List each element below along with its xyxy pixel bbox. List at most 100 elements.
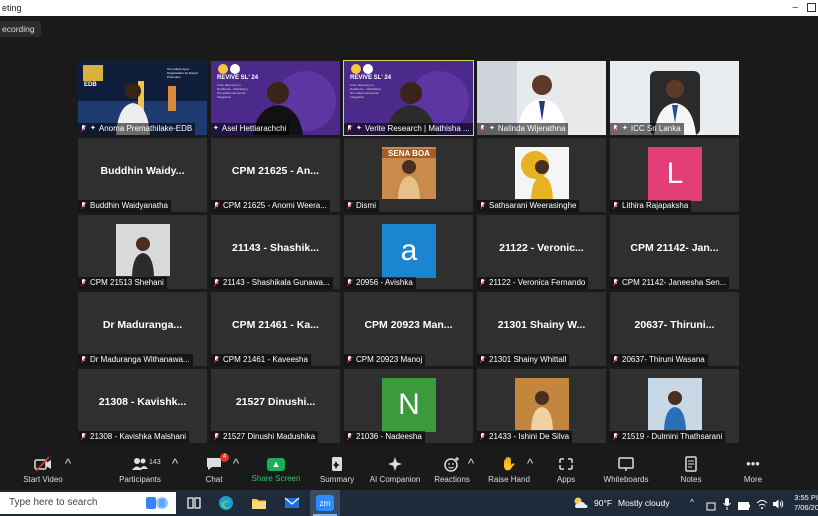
participants-count: 143 [149, 459, 161, 466]
mic-muted-icon [213, 202, 220, 210]
chevron-up-icon: ^ [171, 456, 179, 471]
mail-icon[interactable] [284, 495, 300, 511]
participant-tile[interactable]: Sathsarani Weerasinghe [477, 138, 606, 212]
participant-nameplate: Dismi [344, 200, 379, 212]
participant-display-name: CPM 21625 - An... [231, 165, 320, 177]
mic-muted-icon [346, 202, 353, 210]
mic-muted-icon [346, 356, 353, 364]
whiteboards-button[interactable]: Whiteboards [595, 456, 657, 484]
onedrive-icon[interactable] [706, 498, 716, 511]
participant-name: Dr Maduranga Withanawa... [90, 355, 190, 364]
participant-tile[interactable]: 20637- Thiruni... 20637- Thiruni Wasana [610, 292, 739, 366]
participant-tile[interactable]: CPM 21625 - An... CPM 21625 - Anomi Weera… [211, 138, 340, 212]
participant-profile-photo [515, 378, 569, 430]
system-clock[interactable]: 3:55 PI 7/06/20 [794, 493, 818, 513]
participant-tile[interactable]: CPM 21513 Shehani [78, 215, 207, 289]
participant-tile[interactable]: SENA BOA Dismi [344, 138, 473, 212]
mic-muted-icon [80, 125, 87, 133]
participant-name: 21308 - Kavishka Malshani [90, 432, 187, 441]
participant-tile[interactable]: 21122 - Veronic... 21122 - Veronica Ferna… [477, 215, 606, 289]
participant-tile[interactable]: L Lithira Rajapaksha [610, 138, 739, 212]
whiteboard-icon [617, 456, 635, 472]
pin-icon: ✦ [356, 125, 362, 132]
summary-icon [328, 456, 346, 472]
photo-banner-text: SENA BOA [382, 149, 436, 158]
participant-nameplate: Dr Maduranga Withanawa... [78, 354, 193, 366]
participant-tile[interactable]: 21519 - Dulmini Thathsarani [610, 369, 739, 443]
participant-name: Anoma Premathilake-EDB [98, 124, 193, 133]
mic-muted-icon [612, 433, 619, 441]
participant-nameplate: Buddhin Waidyanatha [78, 200, 171, 212]
participants-button[interactable]: 143 Participants [109, 456, 171, 484]
chat-caret-button[interactable]: ^ [226, 456, 246, 475]
participants-caret-button[interactable]: ^ [165, 456, 185, 475]
participant-nameplate: 21122 - Veronica Fernando [477, 277, 589, 289]
participant-name: Buddhin Waidyanatha [90, 201, 168, 210]
maximize-button[interactable] [807, 3, 816, 12]
more-button[interactable]: ••• More [722, 456, 784, 484]
gallery-grid: EDB Sri Lanka's Apex Organization for Exp… [78, 60, 741, 443]
notes-button[interactable]: Notes [660, 456, 722, 484]
weather-temp[interactable]: 90°F [594, 490, 612, 516]
zoom-window: eting – ecording EDB Sri Lanka's Apex Org… [0, 0, 818, 516]
participant-tile[interactable]: 21527 Dinushi... 21527 Dinushi Madushika [211, 369, 340, 443]
zoom-taskbar-icon[interactable]: zm [310, 490, 340, 516]
tray-chevron-icon[interactable]: ^ [690, 490, 694, 516]
volume-icon[interactable] [772, 497, 784, 509]
hand-icon: ✋ [500, 456, 518, 471]
slide-banner-title: REVIVE SL' 24 [350, 75, 392, 81]
participant-nameplate: Lithira Rajapaksha [610, 200, 692, 212]
pin-icon: ✦ [90, 125, 96, 132]
participant-display-name: 21308 - Kavishk... [98, 396, 187, 408]
participant-tile[interactable]: Buddhin Waidy... Buddhin Waidyanatha [78, 138, 207, 212]
video-off-icon [34, 456, 52, 472]
participant-nameplate: CPM 20923 Manoj [344, 354, 426, 366]
weather-description[interactable]: Mostly cloudy [618, 490, 670, 516]
notes-icon [682, 456, 700, 472]
recording-indicator[interactable]: ecording [0, 21, 41, 37]
participant-tile[interactable]: CPM 21142- Jan... CPM 21142- Janeesha Sen… [610, 215, 739, 289]
participant-tile[interactable]: REVIVE SL' 24 From Recovery to Resilience… [343, 60, 474, 136]
mic-muted-icon [612, 356, 619, 364]
participant-nameplate: 21433 - Ishini De Silva [477, 431, 573, 443]
participant-name: 21433 - Ishini De Silva [489, 432, 570, 441]
battery-icon[interactable] [738, 498, 750, 510]
video-caret-button[interactable]: ^ [58, 456, 78, 475]
edge-browser-icon[interactable] [218, 495, 234, 511]
minimize-button[interactable]: – [792, 0, 798, 16]
taskbar-search-placeholder: Type here to search [9, 497, 98, 508]
wifi-icon[interactable] [756, 497, 768, 509]
participant-tile[interactable]: CPM 21461 - Ka... CPM 21461 - Kaveesha [211, 292, 340, 366]
audio-caret-button[interactable]: ^ [0, 456, 4, 475]
participant-nameplate: CPM 21142- Janeesha Sen... [610, 277, 730, 289]
participant-tile[interactable]: 21308 - Kavishk... 21308 - Kavishka Malsh… [78, 369, 207, 443]
participant-tile[interactable]: EDB Sri Lanka's Apex Organization for Exp… [78, 61, 207, 135]
participant-tile[interactable]: Dr Maduranga... Dr Maduranga Withanawa... [78, 292, 207, 366]
summary-button[interactable]: Summary [306, 456, 368, 484]
participant-tile[interactable]: 21143 - Shashik... 21143 - Shashikala Gun… [211, 215, 340, 289]
participant-tile[interactable]: N 21036 - Nadeesha [344, 369, 473, 443]
participant-tile[interactable]: REVIVE SL' 24 From Recovery to Resilience… [211, 61, 340, 135]
participant-tile[interactable]: ✦ Nalinda Wijerathna [477, 61, 606, 135]
participant-nameplate: 21036 - Nadeesha [344, 431, 425, 443]
participant-tile[interactable]: 21301 Shainy W... 21301 Shainy Whittall [477, 292, 606, 366]
task-view-icon[interactable] [186, 495, 202, 511]
participant-tile[interactable]: a 20956 - Avishka [344, 215, 473, 289]
participant-nameplate: CPM 21625 - Anomi Weera... [211, 200, 330, 212]
participant-tile[interactable]: ✦ ICC Sri Lanka [610, 61, 739, 135]
microphone-icon[interactable] [722, 497, 732, 510]
apps-button[interactable]: Apps [535, 456, 597, 484]
participant-profile-photo [116, 224, 170, 276]
taskbar-search-input[interactable]: Type here to search [0, 492, 176, 514]
window-title: eting [2, 3, 22, 13]
share-screen-button[interactable]: ▲ Share Screen [245, 456, 307, 483]
participant-tile[interactable]: CPM 20923 Man... CPM 20923 Manoj [344, 292, 473, 366]
ai-companion-label: AI Companion [369, 475, 421, 484]
mic-muted-icon [479, 125, 486, 133]
participant-tile[interactable]: 21433 - Ishini De Silva [477, 369, 606, 443]
mic-muted-icon [80, 202, 87, 210]
svg-text:zm: zm [320, 499, 331, 508]
ai-companion-button[interactable]: AI Companion [364, 456, 426, 484]
participant-display-name: 21122 - Veronic... [499, 242, 584, 254]
file-explorer-icon[interactable] [251, 495, 267, 511]
